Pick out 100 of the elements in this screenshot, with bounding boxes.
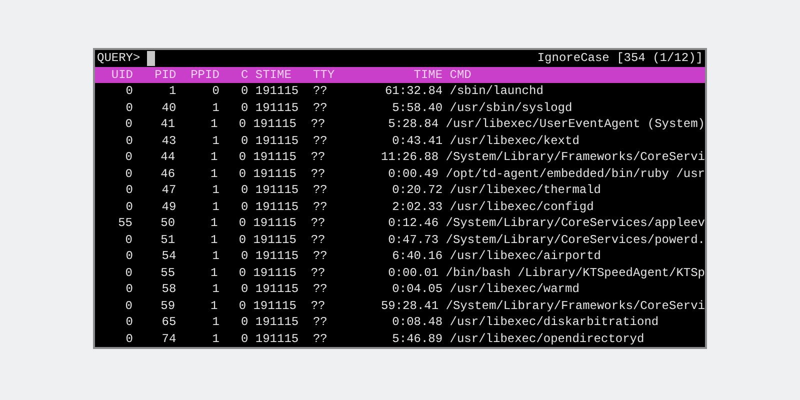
- table-cell-text: 0:47.73: [387, 232, 439, 248]
- table-cell: /System/Library/Frameworks/CoreServi: [446, 298, 705, 314]
- table-cell-text: ??: [312, 182, 328, 198]
- table-cell: /usr/libexec/diskarbitrationd: [450, 314, 659, 330]
- table-cell-text: 0: [124, 314, 133, 330]
- table-cell-text: 5:28.84: [387, 116, 439, 132]
- query-field[interactable]: [147, 50, 155, 66]
- column-header: PPID: [190, 66, 220, 83]
- table-cell-text: 0:08.48: [391, 314, 443, 330]
- table-cell-text: 0: [124, 264, 132, 281]
- table-cell-text: 49: [160, 198, 176, 215]
- table-cell-text: ??: [310, 215, 326, 232]
- table-cell-text: 0: [240, 198, 248, 215]
- table-cell: /usr/libexec/airportd: [450, 248, 602, 264]
- table-cell-text: 0:12.46: [387, 215, 439, 232]
- table-cell: 191115: [255, 100, 299, 116]
- table-cell-text: 0: [211, 83, 220, 100]
- table-cell-text: 1: [211, 281, 220, 298]
- table-cell-text: 59: [160, 298, 176, 314]
- table-cell-text: 0: [124, 149, 132, 166]
- table-cell: /usr/sbin/syslogd: [450, 100, 572, 116]
- table-cell-text: 0: [124, 83, 133, 100]
- table-cell-text: 1: [168, 83, 176, 100]
- table-cell-text: 51: [160, 232, 176, 248]
- table-cell: 191115: [255, 182, 299, 198]
- table-cell-text: 40: [160, 100, 176, 116]
- table-cell-text: ??: [310, 298, 326, 314]
- table-cell: 191115: [255, 330, 299, 347]
- table-cell-text: 0:00.01: [387, 264, 439, 281]
- table-cell-text: ??: [312, 281, 328, 298]
- table-cell-text: 55: [117, 215, 132, 232]
- table-cell-text: 1: [211, 132, 220, 149]
- column-header: UID: [110, 66, 133, 83]
- table-cell-text: 46: [160, 166, 176, 182]
- table-cell-text: 0: [240, 248, 248, 264]
- table-cell-text: ??: [312, 132, 328, 149]
- table-cell: /System/Library/CoreServices/appleev: [446, 215, 705, 232]
- table-cell: /sbin/launchd: [450, 83, 544, 100]
- table-cell-text: 74: [160, 330, 176, 347]
- table-cell: 191115: [255, 132, 299, 149]
- table-cell: /usr/libexec/UserEventAgent (System): [446, 116, 705, 132]
- table-cell-text: 1: [209, 166, 218, 182]
- table-cell-text: 54: [160, 248, 176, 264]
- table-cell: /System/Library/CoreServices/powerd.: [446, 232, 705, 248]
- table-cell-text: 11:26.88: [380, 149, 439, 166]
- table-cell-text: 0: [124, 132, 133, 149]
- table-cell-text: 0: [124, 330, 133, 347]
- table-cell-text: 5:58.40: [391, 100, 443, 116]
- table-cell-text: 0:20.72: [391, 182, 443, 198]
- table-cell-text: 1: [211, 198, 220, 215]
- table-cell-text: 0: [238, 264, 246, 281]
- table-cell-text: 0: [124, 198, 133, 215]
- table-cell-text: 0: [240, 281, 248, 298]
- table-cell-text: 1: [211, 330, 220, 347]
- column-header: C: [240, 66, 248, 83]
- table-cell-text: 58: [160, 281, 176, 298]
- table-cell: /usr/libexec/warmd: [450, 281, 580, 298]
- table-cell-text: 0: [240, 330, 248, 347]
- column-header: STIME: [255, 66, 292, 83]
- column-header: TIME: [412, 66, 443, 83]
- table-cell-text: 0: [238, 215, 246, 232]
- table-cell-text: 1: [209, 232, 218, 248]
- table-cell-text: 0: [124, 248, 133, 264]
- table-cell-text: ??: [310, 116, 326, 132]
- table-cell: 191115: [253, 215, 296, 232]
- table-cell-text: 0: [238, 298, 246, 314]
- table-cell-text: 0: [124, 116, 132, 132]
- table-cell-text: 2:02.33: [391, 198, 443, 215]
- table-cell: 191115: [255, 198, 299, 215]
- table-cell: 191115: [253, 232, 296, 248]
- column-header: CMD: [450, 66, 472, 83]
- table-cell: 191115: [253, 166, 296, 182]
- table-cell-text: 0: [238, 116, 246, 132]
- table-cell-text: 50: [160, 215, 176, 232]
- table-cell-text: 0:04.05: [391, 281, 443, 298]
- table-cell-text: 0: [240, 83, 248, 100]
- table-cell-text: 47: [160, 182, 176, 198]
- table-cell: /usr/libexec/configd: [450, 198, 594, 215]
- table-cell-text: 0:43.41: [391, 132, 443, 149]
- query-prompt: QUERY>: [97, 50, 140, 66]
- table-cell: /usr/libexec/kextd: [450, 132, 580, 149]
- table-cell-text: 1: [211, 100, 220, 116]
- table-cell-text: ??: [310, 149, 326, 166]
- table-cell-text: 0: [238, 232, 246, 248]
- table-cell-text: 0: [124, 166, 132, 182]
- table-cell-text: ??: [312, 83, 328, 100]
- table-cell-text: 0: [124, 100, 133, 116]
- table-cell-text: 61:32.84: [384, 83, 443, 100]
- table-cell: 191115: [253, 149, 296, 166]
- table-cell-text: 5:46.89: [391, 330, 443, 347]
- table-cell-text: 6:40.16: [391, 248, 443, 264]
- table-cell-text: ??: [310, 264, 326, 281]
- table-cell-text: 1: [211, 248, 220, 264]
- table-cell: 191115: [255, 281, 299, 298]
- table-cell-text: 0: [240, 182, 248, 198]
- table-cell-text: 0: [124, 182, 133, 198]
- table-cell: 191115: [255, 314, 299, 330]
- table-cell-text: ??: [312, 100, 328, 116]
- table-cell: 191115: [255, 248, 299, 264]
- table-cell-text: 1: [211, 182, 220, 198]
